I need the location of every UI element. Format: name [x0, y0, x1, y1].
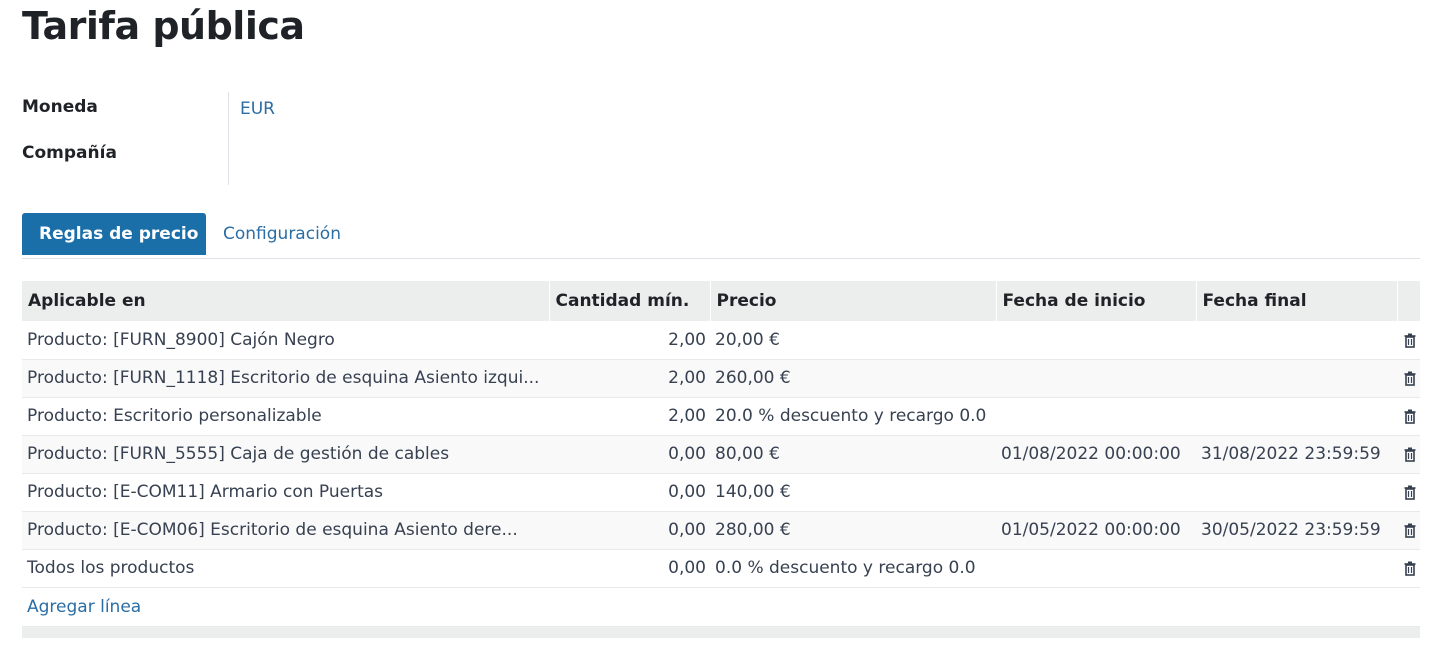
- cell-min-qty[interactable]: 2,00: [549, 321, 710, 359]
- field-values: EUR: [240, 97, 275, 189]
- trash-icon[interactable]: [1402, 332, 1418, 348]
- column-header-min-qty[interactable]: Cantidad mín.: [549, 281, 711, 321]
- company-label: Compañía: [22, 143, 117, 163]
- trash-icon[interactable]: [1402, 560, 1418, 576]
- cell-min-qty[interactable]: 0,00: [549, 549, 710, 587]
- pricelist-form: Tarifa pública Moneda Compañía EUR Regla…: [0, 0, 1434, 655]
- table-row[interactable]: Producto: [FURN_1118] Escritorio de esqu…: [22, 359, 1420, 397]
- column-header-price[interactable]: Precio: [710, 281, 997, 321]
- table-row[interactable]: Producto: [FURN_5555] Caja de gestión de…: [22, 435, 1420, 473]
- field-labels: Moneda Compañía: [22, 95, 117, 187]
- cell-applicable[interactable]: Producto: [E-COM06] Escritorio de esquin…: [22, 511, 549, 549]
- trash-icon[interactable]: [1402, 446, 1418, 462]
- cell-end-date[interactable]: [1196, 473, 1397, 511]
- cell-applicable[interactable]: Producto: Escritorio personalizable: [22, 397, 549, 435]
- cell-start-date[interactable]: [996, 473, 1196, 511]
- cell-min-qty[interactable]: 0,00: [549, 435, 710, 473]
- currency-label: Moneda: [22, 97, 98, 117]
- cell-start-date[interactable]: [996, 397, 1196, 435]
- company-field[interactable]: [240, 143, 275, 189]
- cell-end-date[interactable]: [1196, 359, 1397, 397]
- tab-configuration[interactable]: Configuración: [206, 213, 358, 255]
- cell-price[interactable]: 20.0 % descuento y recargo 0.0: [710, 397, 996, 435]
- cell-end-date[interactable]: 30/05/2022 23:59:59: [1196, 511, 1397, 549]
- cell-end-date[interactable]: [1196, 321, 1397, 359]
- cell-start-date[interactable]: [996, 549, 1196, 587]
- cell-start-date[interactable]: 01/08/2022 00:00:00: [996, 435, 1196, 473]
- cell-price[interactable]: 260,00 €: [710, 359, 996, 397]
- delete-row-button[interactable]: [1397, 397, 1420, 435]
- field-separator: [228, 92, 229, 185]
- cell-applicable[interactable]: Producto: [FURN_8900] Cajón Negro: [22, 321, 549, 359]
- cell-price[interactable]: 140,00 €: [710, 473, 996, 511]
- currency-field[interactable]: EUR: [240, 97, 275, 143]
- cell-end-date[interactable]: 31/08/2022 23:59:59: [1196, 435, 1397, 473]
- trash-icon[interactable]: [1402, 408, 1418, 424]
- table-row[interactable]: Producto: [E-COM06] Escritorio de esquin…: [22, 511, 1420, 549]
- cell-end-date[interactable]: [1196, 549, 1397, 587]
- cell-applicable[interactable]: Producto: [FURN_5555] Caja de gestión de…: [22, 435, 549, 473]
- cell-price[interactable]: 0.0 % descuento y recargo 0.0: [710, 549, 996, 587]
- cell-start-date[interactable]: 01/05/2022 00:00:00: [996, 511, 1196, 549]
- cell-applicable[interactable]: Producto: [E-COM11] Armario con Puertas: [22, 473, 549, 511]
- trash-icon[interactable]: [1402, 522, 1418, 538]
- cell-end-date[interactable]: [1196, 397, 1397, 435]
- tab-pricing-rules[interactable]: Reglas de precio: [22, 213, 206, 255]
- page-title: Tarifa pública: [22, 4, 305, 48]
- cell-min-qty[interactable]: 0,00: [549, 473, 710, 511]
- trash-icon[interactable]: [1402, 484, 1418, 500]
- cell-min-qty[interactable]: 2,00: [549, 359, 710, 397]
- notebook-tabs: Reglas de precio Configuración: [22, 213, 1420, 259]
- column-header-start-date[interactable]: Fecha de inicio: [996, 281, 1197, 321]
- trash-icon[interactable]: [1402, 370, 1418, 386]
- column-header-end-date[interactable]: Fecha final: [1196, 281, 1398, 321]
- table-row[interactable]: Producto: [FURN_8900] Cajón Negro 2,00 20,…: [22, 321, 1420, 359]
- delete-row-button[interactable]: [1397, 359, 1420, 397]
- cell-price[interactable]: 80,00 €: [710, 435, 996, 473]
- delete-row-button[interactable]: [1397, 435, 1420, 473]
- table-row[interactable]: Producto: [E-COM11] Armario con Puertas 0…: [22, 473, 1420, 511]
- pricing-rules-table: Aplicable en Cantidad mín. Precio Fecha …: [22, 281, 1421, 627]
- add-line-link[interactable]: Agregar línea: [27, 597, 141, 617]
- column-header-actions: [1397, 281, 1421, 321]
- cell-price[interactable]: 280,00 €: [710, 511, 996, 549]
- table-footer: [22, 627, 1420, 638]
- delete-row-button[interactable]: [1397, 549, 1420, 587]
- cell-applicable[interactable]: Producto: [FURN_1118] Escritorio de esqu…: [22, 359, 549, 397]
- cell-start-date[interactable]: [996, 359, 1196, 397]
- delete-row-button[interactable]: [1397, 473, 1420, 511]
- cell-price[interactable]: 20,00 €: [710, 321, 996, 359]
- table-header: Aplicable en Cantidad mín. Precio Fecha …: [22, 281, 1421, 321]
- cell-min-qty[interactable]: 2,00: [549, 397, 710, 435]
- cell-start-date[interactable]: [996, 321, 1196, 359]
- column-header-applicable[interactable]: Aplicable en: [22, 281, 550, 321]
- cell-min-qty[interactable]: 0,00: [549, 511, 710, 549]
- cell-applicable[interactable]: Todos los productos: [22, 549, 549, 587]
- delete-row-button[interactable]: [1397, 321, 1420, 359]
- table-row[interactable]: Producto: Escritorio personalizable 2,00 2…: [22, 397, 1420, 435]
- delete-row-button[interactable]: [1397, 511, 1420, 549]
- table-row[interactable]: Todos los productos 0,00 0.0 % descuento y…: [22, 549, 1420, 587]
- add-line-row: Agregar línea: [22, 587, 1420, 626]
